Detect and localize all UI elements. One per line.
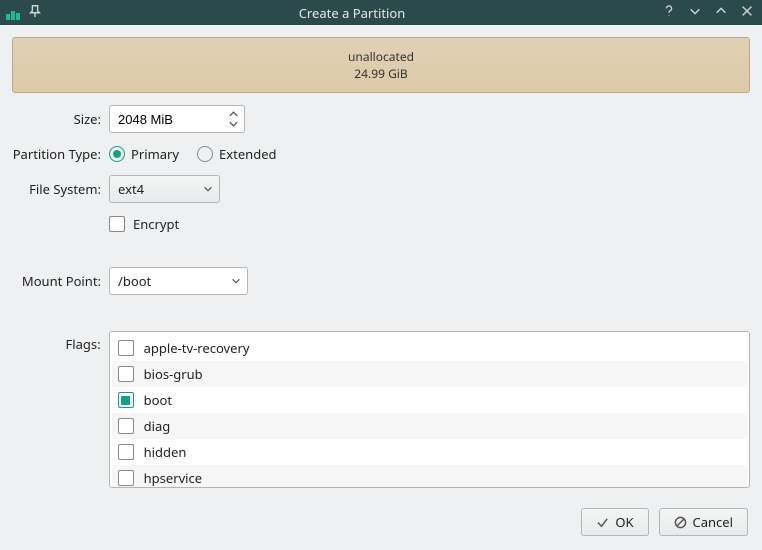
radio-extended[interactable]: Extended bbox=[197, 145, 277, 163]
partition-type-label: Partition Type: bbox=[12, 145, 109, 163]
filesystem-combo[interactable]: ext4 bbox=[109, 175, 220, 203]
partition-bar: unallocated 24.99 GiB bbox=[12, 37, 750, 93]
maximize-icon[interactable] bbox=[714, 4, 728, 22]
check-icon bbox=[596, 516, 609, 529]
ok-button-label: OK bbox=[615, 513, 633, 531]
checkbox-box[interactable] bbox=[118, 366, 134, 382]
flag-item-label: bios-grub bbox=[144, 365, 203, 383]
size-spin-up[interactable] bbox=[226, 109, 240, 119]
size-spinbox[interactable] bbox=[109, 105, 245, 133]
app-logo-icon bbox=[6, 6, 20, 20]
mount-point-value: /boot bbox=[118, 272, 151, 290]
flag-item-label: hpservice bbox=[144, 469, 203, 487]
cancel-icon bbox=[674, 516, 687, 529]
flag-item-label: diag bbox=[144, 417, 171, 435]
partition-bar-size: 24.99 GiB bbox=[354, 65, 407, 82]
window-title: Create a Partition bbox=[42, 4, 662, 22]
flag-item-label: apple-tv-recovery bbox=[144, 339, 250, 357]
flag-item[interactable]: hpservice bbox=[112, 465, 747, 488]
flag-item[interactable]: bios-grub bbox=[112, 361, 747, 387]
size-label: Size: bbox=[12, 110, 109, 128]
titlebar: Create a Partition bbox=[0, 0, 762, 25]
filesystem-value: ext4 bbox=[118, 180, 144, 198]
checkbox-box[interactable] bbox=[118, 444, 134, 460]
flag-item[interactable]: apple-tv-recovery bbox=[112, 335, 747, 361]
mount-point-combo[interactable]: /boot bbox=[109, 267, 248, 295]
chevron-down-icon bbox=[203, 184, 213, 194]
flag-item[interactable]: boot bbox=[112, 387, 747, 413]
checkbox-box[interactable] bbox=[118, 392, 134, 408]
encrypt-label: Encrypt bbox=[133, 215, 179, 233]
encrypt-checkbox[interactable]: Encrypt bbox=[109, 215, 179, 233]
checkbox-box[interactable] bbox=[118, 418, 134, 434]
filesystem-label: File System: bbox=[12, 180, 109, 198]
radio-primary[interactable]: Primary bbox=[109, 145, 179, 163]
flags-listbox[interactable]: apple-tv-recovery bios-grub boot diag hidden… bbox=[109, 331, 750, 488]
flag-item-label: hidden bbox=[144, 443, 187, 461]
checkbox-box[interactable] bbox=[118, 340, 134, 356]
chevron-down-icon bbox=[231, 276, 241, 286]
mount-point-label: Mount Point: bbox=[12, 272, 109, 290]
radio-primary-label: Primary bbox=[131, 145, 179, 163]
partition-type-group: Primary Extended bbox=[109, 145, 277, 163]
pin-icon[interactable] bbox=[28, 4, 42, 22]
checkbox-box[interactable] bbox=[118, 470, 134, 486]
help-icon[interactable] bbox=[662, 4, 676, 22]
close-icon[interactable] bbox=[740, 4, 754, 22]
flags-label: Flags: bbox=[12, 331, 109, 353]
partition-bar-name: unallocated bbox=[348, 48, 414, 65]
size-input[interactable] bbox=[118, 112, 222, 127]
flag-item[interactable]: hidden bbox=[112, 439, 747, 465]
flag-item-label: boot bbox=[144, 391, 172, 409]
cancel-button[interactable]: Cancel bbox=[659, 508, 748, 536]
ok-button[interactable]: OK bbox=[581, 508, 648, 536]
cancel-button-label: Cancel bbox=[693, 513, 733, 531]
size-spin-down[interactable] bbox=[226, 119, 240, 129]
radio-extended-label: Extended bbox=[219, 145, 277, 163]
minimize-icon[interactable] bbox=[688, 4, 702, 22]
flag-item[interactable]: diag bbox=[112, 413, 747, 439]
